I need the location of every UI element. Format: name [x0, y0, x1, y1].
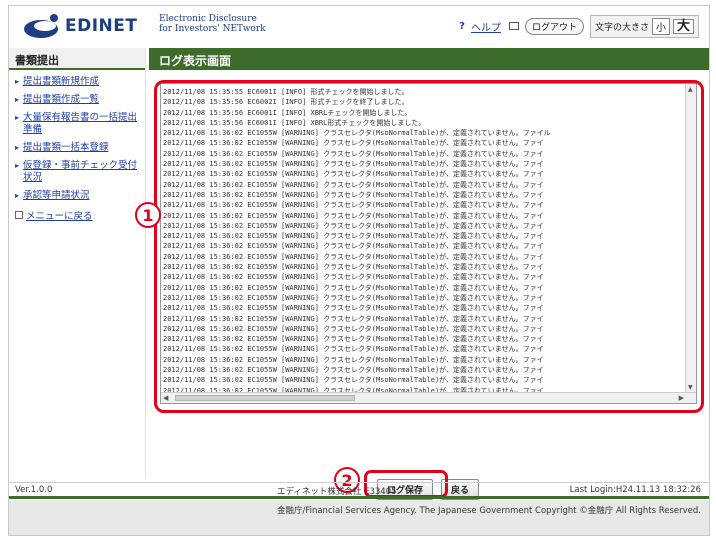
sidebar-item-pre-check-status[interactable]: 仮登録・事前チェック受付状況 [15, 160, 141, 184]
logo-subtitle: Electronic Disclosure for Investors' NET… [159, 14, 266, 34]
help-mark: ? [459, 20, 465, 32]
logo-subtitle-line1: Electronic Disclosure [159, 14, 257, 24]
last-login: Last Login:H24.11.13 18:32:26 [569, 485, 701, 495]
edinet-logo-icon [24, 14, 58, 38]
version-text: Ver.1.0.0 [15, 485, 53, 495]
logo-text: EDINET [65, 16, 138, 36]
logout-button[interactable]: ログアウト [524, 17, 584, 35]
sidebar-item-document-list[interactable]: 提出書類作成一覧 [15, 94, 141, 106]
footer-divider [9, 496, 709, 499]
menu-square-icon [15, 211, 23, 219]
edinet-window: EDINET Electronic Disclosure for Investo… [8, 5, 710, 536]
header: EDINET Electronic Disclosure for Investo… [9, 6, 709, 46]
sidebar-item-bulk-registration[interactable]: 提出書類一括本登録 [15, 142, 141, 154]
external-window-icon [508, 22, 519, 30]
header-links: ? ヘルプ ログアウト 文字の大きさ 小 大 [459, 14, 699, 38]
font-large-button[interactable]: 大 [672, 18, 694, 34]
help-link[interactable]: ヘルプ [471, 19, 501, 34]
sidebar-item-approval-status[interactable]: 承認等申請状況 [15, 190, 141, 202]
font-size-label: 文字の大きさ [594, 22, 649, 33]
back-to-menu-link[interactable]: メニューに戻る [9, 208, 145, 222]
sidebar-item-bulk-holding-report[interactable]: 大量保有報告書の一括提出準備 [15, 112, 141, 136]
annotation-marker-1: 1 [135, 202, 161, 228]
status-bar: Ver.1.0.0 エディネット株式会社 E33405 Last Login:H… [9, 482, 709, 497]
font-size-control: 文字の大きさ 小 大 [589, 14, 699, 38]
page-title: ログ表示画面 [149, 48, 709, 70]
copyright: 金融庁/Financial Services Agency. The Japan… [9, 500, 709, 535]
annotation-log-area-outline [154, 80, 704, 413]
back-to-menu-label: メニューに戻る [26, 211, 93, 222]
sidebar-heading: 書類提出 [9, 48, 145, 70]
font-small-button[interactable]: 小 [651, 17, 670, 35]
sidebar: 書類提出 提出書類新規作成 提出書類作成一覧 大量保有報告書の一括提出準備 提出… [9, 48, 146, 478]
sidebar-menu: 提出書類新規作成 提出書類作成一覧 大量保有報告書の一括提出準備 提出書類一括本… [9, 70, 145, 202]
sidebar-item-new-document[interactable]: 提出書類新規作成 [15, 76, 141, 88]
logo-subtitle-line2: for Investors' NETwork [159, 24, 266, 34]
